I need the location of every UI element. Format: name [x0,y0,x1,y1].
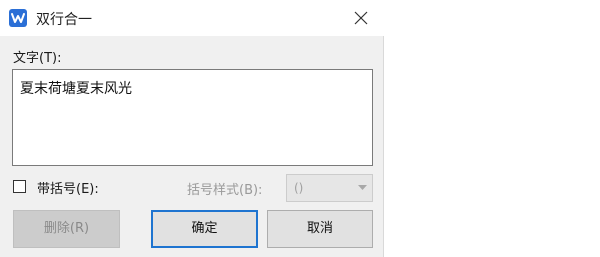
bracket-style-label: 括号样式(B): [187,183,263,198]
delete-button[interactable]: 删除(R) [13,210,120,248]
chevron-down-icon [358,185,367,190]
dialog-title: 双行合一 [36,12,92,28]
two-lines-in-one-dialog: 双行合一 文字(T): 夏末荷塘夏末风光 带括号(E): 括号样式(B): ()… [0,0,384,257]
close-button[interactable] [348,6,374,30]
bracket-style-value: () [294,181,304,195]
title-bar: 双行合一 [0,0,384,36]
cancel-button[interactable]: 取消 [267,210,373,248]
text-label: 文字(T): [13,51,62,66]
text-input[interactable]: 夏末荷塘夏末风光 [12,69,373,166]
wps-writer-icon [9,9,27,27]
close-icon [354,11,368,25]
bracket-checkbox[interactable] [13,180,26,193]
bracket-style-select[interactable]: () [286,174,373,202]
ok-button[interactable]: 确定 [151,210,258,248]
bracket-checkbox-label[interactable]: 带括号(E): [37,178,99,197]
